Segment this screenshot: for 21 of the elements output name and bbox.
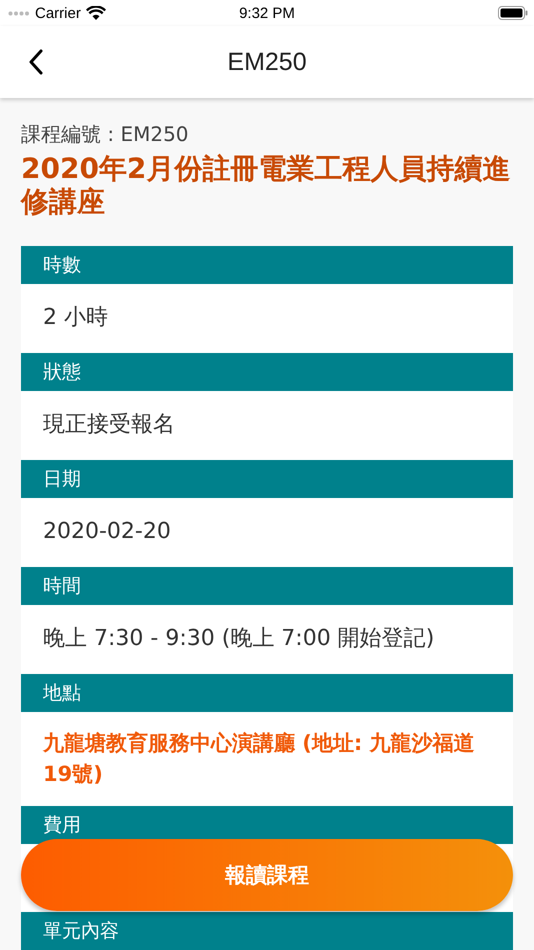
section-header: 時數 (21, 246, 513, 284)
section-header: 時間 (21, 567, 513, 605)
section-value: 現正接受報名 (21, 391, 513, 460)
signal-icon (8, 10, 30, 16)
status-time: 9:32 PM (239, 4, 295, 22)
battery-icon (498, 6, 528, 20)
enroll-button[interactable]: 報讀課程 (21, 839, 513, 911)
nav-title: EM250 (227, 48, 307, 76)
section-value: 2020-02-20 (21, 498, 513, 567)
wifi-icon (86, 6, 106, 20)
section-header: 單元內容 (21, 912, 513, 950)
section-header: 日期 (21, 460, 513, 498)
section-value: 晚上 7:30 - 9:30 (晚上 7:00 開始登記) (21, 605, 513, 674)
section-header: 地點 (21, 674, 513, 712)
back-icon[interactable] (29, 49, 43, 75)
course-title: 2020年2月份註冊電業工程人員持續進修講座 (21, 152, 512, 218)
location-value: 九龍塘教育服務中心演講廳 (地址: 九龍沙福道19號) (21, 712, 513, 806)
course-code: 課程編號 : EM250 (21, 121, 190, 148)
section-value: 2 小時 (21, 284, 513, 353)
carrier-name: Carrier (35, 4, 81, 22)
section-header: 狀態 (21, 353, 513, 391)
